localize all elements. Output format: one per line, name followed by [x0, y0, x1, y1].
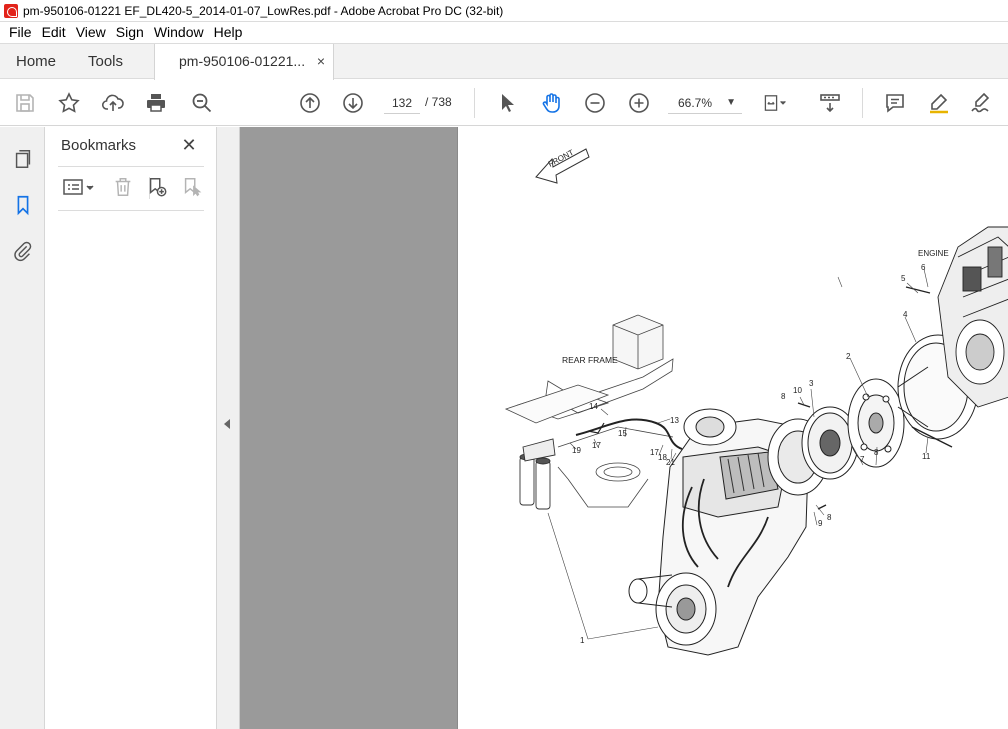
callout-9: 9: [818, 519, 823, 528]
page-down-icon[interactable]: [340, 90, 366, 116]
star-icon[interactable]: [56, 90, 82, 116]
toolbar-divider: [862, 88, 863, 118]
callout-8b: 8: [781, 392, 786, 401]
zoom-select[interactable]: 66.7% ▼: [668, 92, 742, 114]
bookmarks-title: Bookmarks: [61, 137, 137, 154]
callout-13: 13: [670, 416, 679, 425]
menu-sign[interactable]: Sign: [111, 22, 149, 43]
search-zoom-icon[interactable]: [189, 90, 215, 116]
toolbar-divider: [474, 88, 475, 118]
bookmark-icon[interactable]: [10, 192, 36, 218]
chevron-down-icon: ▼: [726, 97, 736, 108]
menu-window[interactable]: Window: [149, 22, 209, 43]
toolbar: / 738 66.7% ▼: [0, 80, 1008, 126]
collapse-arrow-icon[interactable]: [224, 419, 230, 429]
callout-21: 21: [666, 458, 675, 467]
bookmarks-panel: Bookmarks ✕: [46, 127, 217, 729]
menu-file[interactable]: File: [4, 22, 37, 43]
callout-19: 19: [572, 446, 581, 455]
callout-1: 1: [580, 636, 585, 645]
page-up-icon[interactable]: [297, 90, 323, 116]
tab-bar: Home Tools pm-950106-01221... ×: [0, 43, 1008, 80]
zoom-in-icon[interactable]: [626, 90, 652, 116]
menu-edit[interactable]: Edit: [37, 22, 71, 43]
callout-8c: 8: [827, 513, 832, 522]
callout-3: 3: [809, 379, 814, 388]
new-bookmark-icon[interactable]: [145, 175, 169, 199]
highlight-icon[interactable]: [926, 90, 952, 116]
upload-icon[interactable]: [100, 90, 126, 116]
save-icon[interactable]: [12, 90, 38, 116]
page-fit-icon[interactable]: [762, 90, 788, 116]
scroll-mode-icon[interactable]: [817, 90, 843, 116]
pages-icon[interactable]: [10, 146, 36, 172]
tab-home[interactable]: Home: [16, 44, 56, 79]
callout-11: 11: [922, 452, 931, 461]
callout-15: 15: [618, 429, 627, 438]
window-title: pm-950106-01221 EF_DL420-5_2014-01-07_Lo…: [23, 3, 504, 18]
tab-document[interactable]: pm-950106-01221... ×: [154, 44, 334, 80]
menu-bar: File Edit View Sign Window Help: [0, 22, 1008, 43]
callout-6: 6: [921, 263, 926, 272]
zoom-value: 66.7%: [678, 96, 713, 110]
exploded-parts-drawing: FRONT REAR FRAME ENGINE 1 2 3 4 5 6 7 8 …: [504, 148, 1008, 656]
callout-7: 7: [860, 455, 865, 464]
callout-8: 8: [874, 448, 879, 457]
callout-14: 14: [589, 402, 598, 411]
filter-canisters: [519, 438, 556, 510]
callout-4: 4: [903, 310, 908, 319]
left-navigation-rail: [0, 127, 45, 729]
page-total: / 738: [425, 95, 452, 109]
tab-tools[interactable]: Tools: [88, 44, 123, 79]
panel-divider: [58, 166, 204, 167]
engine-label: ENGINE: [918, 249, 949, 258]
callout-2: 2: [846, 352, 851, 361]
callout-5: 5: [901, 274, 906, 283]
rear-frame-label: REAR FRAME: [562, 355, 618, 365]
comment-icon[interactable]: [882, 90, 908, 116]
print-icon[interactable]: [143, 90, 169, 116]
acrobat-logo-icon: [4, 3, 18, 18]
close-icon[interactable]: ✕: [179, 135, 199, 155]
sign-icon[interactable]: [968, 90, 994, 116]
hand-tool-icon[interactable]: [538, 90, 564, 116]
select-cursor-icon[interactable]: [494, 90, 520, 116]
delete-bookmark-icon[interactable]: [111, 175, 135, 199]
menu-help[interactable]: Help: [209, 22, 248, 43]
page-number-input[interactable]: [384, 92, 420, 114]
transmission-assembly: [628, 408, 829, 656]
panel-splitter[interactable]: [217, 127, 240, 729]
callout-17: 17: [592, 441, 601, 450]
options-list-icon[interactable]: [60, 175, 98, 199]
callout-10: 10: [793, 386, 802, 395]
document-viewport[interactable]: FRONT REAR FRAME ENGINE 1 2 3 4 5 6 7 8 …: [240, 127, 1008, 729]
bookmark-from-selection-icon[interactable]: [180, 175, 204, 199]
pdf-page: FRONT REAR FRAME ENGINE 1 2 3 4 5 6 7 8 …: [457, 127, 1008, 729]
title-bar: pm-950106-01221 EF_DL420-5_2014-01-07_Lo…: [0, 0, 1008, 22]
panel-divider: [58, 210, 204, 211]
tab-close-icon[interactable]: ×: [317, 44, 325, 79]
menu-view[interactable]: View: [71, 22, 111, 43]
attachment-icon[interactable]: [10, 238, 36, 264]
zoom-out-icon[interactable]: [582, 90, 608, 116]
tab-document-label: pm-950106-01221...: [179, 53, 306, 69]
